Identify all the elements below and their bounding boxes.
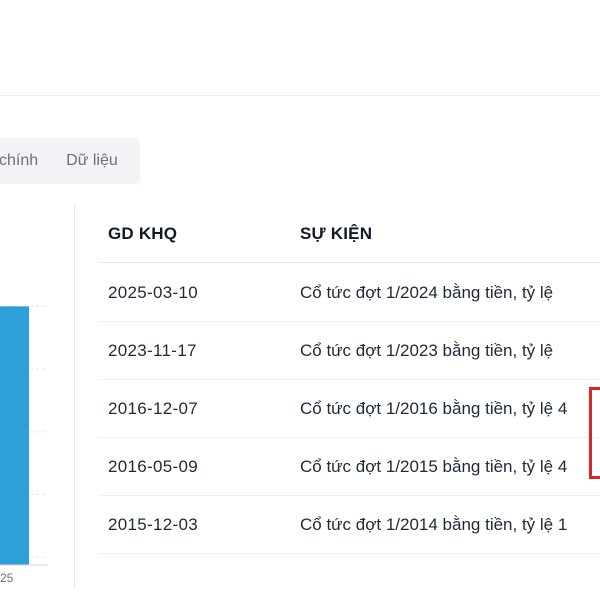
row-event: Cổ tức đợt 1/2024 bằng tiền, tỷ lệ <box>300 283 554 302</box>
chart-area: 25 <box>0 200 75 600</box>
chart-divider <box>74 205 75 588</box>
table-row[interactable]: 2015-12-03 Cổ tức đợt 1/2014 bằng tiền, … <box>98 495 600 554</box>
table-row[interactable]: 2023-11-17 Cổ tức đợt 1/2023 bằng tiền, … <box>98 321 600 380</box>
row-date: 2016-12-07 <box>108 399 198 418</box>
header-event[interactable]: SỰ KIỆN <box>300 224 372 244</box>
row-event: Cổ tức đợt 1/2023 bằng tiền, tỷ lệ <box>300 341 554 360</box>
row-event: Cổ tức đợt 1/2016 bằng tiền, tỷ lệ 4 <box>300 399 568 418</box>
row-event: Cổ tức đợt 1/2015 bằng tiền, tỷ lệ 4 <box>300 457 568 476</box>
row-date: 2023-11-17 <box>108 341 197 360</box>
row-date: 2025-03-10 <box>108 283 198 302</box>
table-header: GD KHQ SỰ KIỆN <box>98 200 600 263</box>
highlight-box <box>589 387 600 479</box>
header-divider <box>0 95 600 96</box>
row-date: 2016-05-09 <box>108 457 198 476</box>
events-table: GD KHQ SỰ KIỆN 2025-03-10 Cổ tức đợt 1/2… <box>98 200 600 560</box>
header-date[interactable]: GD KHQ <box>108 224 177 244</box>
table-row[interactable]: 2016-12-07 Cổ tức đợt 1/2016 bằng tiền, … <box>98 379 600 438</box>
page: chính Dữ liệu 25 GD KHQ SỰ KIỆN 2025-03-… <box>0 0 600 600</box>
x-tick-label: 25 <box>0 571 14 585</box>
row-event: Cổ tức đợt 1/2014 bằng tiền, tỷ lệ 1 <box>300 515 568 534</box>
tab-bar: chính Dữ liệu <box>0 138 140 184</box>
row-date: 2015-12-03 <box>108 515 198 534</box>
tab-finance[interactable]: chính <box>0 152 38 170</box>
table-row[interactable]: 2016-05-09 Cổ tức đợt 1/2015 bằng tiền, … <box>98 437 600 496</box>
tab-data[interactable]: Dữ liệu <box>66 152 118 170</box>
bar[interactable] <box>0 306 29 565</box>
bar-chart: 25 <box>0 305 48 585</box>
table-row[interactable]: 2025-03-10 Cổ tức đợt 1/2024 bằng tiền, … <box>98 263 600 322</box>
